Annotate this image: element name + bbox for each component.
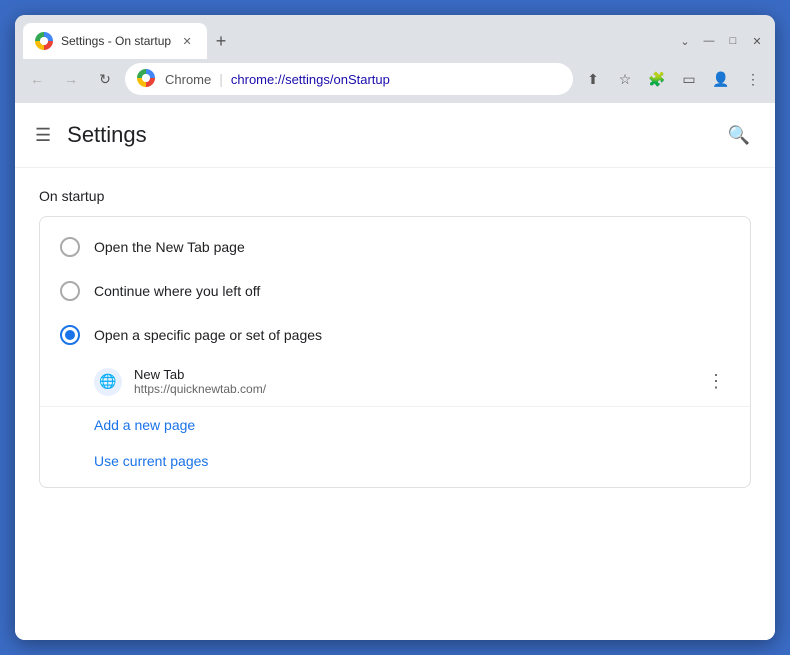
tab-close-button[interactable]: ✕ (179, 33, 195, 49)
radio-specific[interactable] (60, 325, 80, 345)
option-new-tab[interactable]: Open the New Tab page (40, 225, 750, 269)
page-entry[interactable]: 🌐 New Tab https://quicknewtab.com/ ⋮ (40, 357, 750, 406)
page-name: New Tab (134, 367, 690, 382)
site-icon (137, 69, 157, 89)
share-icon[interactable]: ⬆ (579, 65, 607, 93)
extensions-icon[interactable]: 🧩 (643, 65, 671, 93)
new-tab-button[interactable]: + (207, 27, 235, 55)
page-content: ☰ Settings 🔍 PC On startup Open the New … (15, 103, 775, 640)
more-options-icon[interactable]: ⋮ (702, 368, 730, 396)
option-specific-label: Open a specific page or set of pages (94, 327, 322, 343)
browser-window: Settings - On startup ✕ + ⌄ — □ ✕ ← → ↻ … (15, 15, 775, 640)
radio-specific-inner (65, 330, 75, 340)
window-controls: ⌄ — □ ✕ (675, 31, 767, 51)
page-info: New Tab https://quicknewtab.com/ (134, 367, 690, 396)
minimize-button[interactable]: — (699, 31, 719, 51)
settings-header: ☰ Settings 🔍 (15, 103, 775, 168)
tab-title: Settings - On startup (61, 34, 171, 48)
use-pages-link[interactable]: Use current pages (40, 443, 750, 479)
address-separator: | (219, 71, 223, 87)
address-text: chrome://settings/onStartup (231, 72, 561, 87)
chevron-down-icon[interactable]: ⌄ (675, 31, 695, 51)
settings-body: PC On startup Open the New Tab page Cont… (15, 168, 775, 508)
options-card: Open the New Tab page Continue where you… (39, 216, 751, 488)
back-button[interactable]: ← (23, 65, 51, 93)
search-button[interactable]: 🔍 (723, 119, 755, 151)
tab-favicon (35, 32, 53, 50)
toolbar: ← → ↻ Chrome | chrome://settings/onStart… (15, 59, 775, 103)
add-page-anchor[interactable]: Add a new page (40, 407, 215, 443)
radio-continue[interactable] (60, 281, 80, 301)
add-page-link[interactable]: Add a new page (40, 407, 750, 443)
reload-button[interactable]: ↻ (91, 65, 119, 93)
bookmark-icon[interactable]: ☆ (611, 65, 639, 93)
page-url: https://quicknewtab.com/ (134, 382, 690, 396)
address-bar[interactable]: Chrome | chrome://settings/onStartup (125, 63, 573, 95)
page-title: Settings (67, 122, 147, 148)
option-specific[interactable]: Open a specific page or set of pages (40, 313, 750, 357)
option-continue[interactable]: Continue where you left off (40, 269, 750, 313)
option-continue-label: Continue where you left off (94, 283, 260, 299)
section-label: On startup (39, 188, 751, 204)
close-button[interactable]: ✕ (747, 31, 767, 51)
forward-button[interactable]: → (57, 65, 85, 93)
brand-label: Chrome (165, 72, 211, 87)
browser-tab[interactable]: Settings - On startup ✕ (23, 23, 207, 59)
sidebar-toggle-icon[interactable]: ▭ (675, 65, 703, 93)
hamburger-icon[interactable]: ☰ (35, 125, 51, 146)
option-new-tab-label: Open the New Tab page (94, 239, 245, 255)
title-bar: Settings - On startup ✕ + ⌄ — □ ✕ (15, 15, 775, 59)
maximize-button[interactable]: □ (723, 31, 743, 51)
use-pages-anchor[interactable]: Use current pages (40, 443, 228, 479)
toolbar-actions: ⬆ ☆ 🧩 ▭ 👤 ⋮ (579, 65, 767, 93)
menu-icon[interactable]: ⋮ (739, 65, 767, 93)
profile-icon[interactable]: 👤 (707, 65, 735, 93)
radio-new-tab[interactable] (60, 237, 80, 257)
settings-title-wrap: ☰ Settings (35, 122, 147, 148)
page-entry-icon: 🌐 (94, 368, 122, 396)
